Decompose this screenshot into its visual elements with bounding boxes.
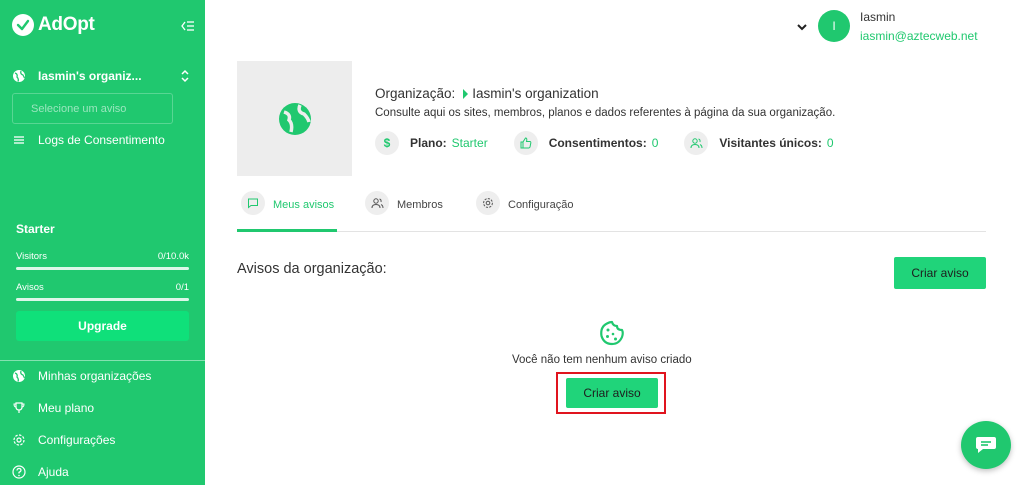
- stat-plan-value: Starter: [451, 136, 488, 150]
- visitors-usage: Visitors 0/10.0k: [16, 251, 189, 270]
- sidebar: AdOpt Iasmin's organiz... Selecione um a…: [0, 0, 205, 485]
- chat-button[interactable]: [961, 421, 1011, 469]
- globe-icon: [12, 69, 26, 83]
- triangle-icon: [463, 88, 469, 99]
- sidebar-item-help[interactable]: Ajuda: [12, 465, 69, 479]
- globe-icon: [12, 369, 26, 383]
- cookie-icon: [598, 319, 626, 347]
- section-title: Avisos da organização:: [237, 261, 387, 277]
- sidebar-item-label: Logs de Consentimento: [38, 133, 165, 147]
- organization-title: Organização: Iasmin's organization: [375, 86, 599, 101]
- upgrade-button[interactable]: Upgrade: [16, 311, 189, 341]
- user-email: iasmin@aztecweb.net: [860, 28, 978, 43]
- avisos-progress-bar: [16, 298, 189, 301]
- user-name: Iasmin: [860, 9, 896, 24]
- organization-name: Iasmin's organiz...: [38, 69, 142, 83]
- tab-membros[interactable]: Membros: [365, 191, 443, 232]
- chevron-updown-icon: [180, 69, 190, 83]
- sidebar-item-label: Ajuda: [38, 465, 69, 479]
- empty-state-text: Você não tem nenhum aviso criado: [512, 354, 692, 366]
- stat-consents: Consentimentos: 0: [513, 131, 659, 155]
- trophy-icon: [12, 401, 26, 415]
- sidebar-item-settings[interactable]: Configurações: [12, 433, 115, 447]
- thumbs-up-icon: [513, 131, 538, 155]
- stat-visitors: Visitantes únicos: 0: [684, 131, 834, 155]
- list-icon: [12, 133, 26, 147]
- message-icon: [241, 191, 265, 215]
- visitors-label: Visitors: [16, 251, 47, 262]
- chevron-down-icon[interactable]: [796, 20, 808, 32]
- logo-text: AdOpt: [38, 14, 95, 35]
- user-menu[interactable]: I Iasmin iasmin@aztecweb.net: [796, 10, 978, 42]
- avisos-value: 0/1: [175, 282, 189, 293]
- globe-icon: [278, 102, 311, 135]
- users-icon: [684, 131, 709, 155]
- sidebar-divider: [0, 360, 205, 361]
- organization-description: Consulte aqui os sites, membros, planos …: [375, 107, 836, 119]
- avatar[interactable]: I: [818, 10, 850, 42]
- gear-icon: [476, 191, 500, 215]
- organization-title-name: Iasmin's organization: [472, 86, 599, 101]
- avisos-usage: Avisos 0/1: [16, 282, 189, 301]
- stat-plan: $ Plano: Starter: [375, 131, 488, 155]
- sidebar-item-label: Configurações: [38, 433, 116, 447]
- dollar-icon: $: [375, 131, 399, 155]
- organization-tabs: Meus avisos Membros Configuração: [237, 191, 986, 232]
- sidebar-item-logs[interactable]: Logs de Consentimento: [12, 133, 165, 147]
- sidebar-item-label: Meu plano: [38, 401, 95, 415]
- plan-name: Starter: [16, 222, 55, 236]
- create-notice-button[interactable]: Criar aviso: [894, 257, 986, 289]
- sidebar-item-label: Minhas organizações: [38, 369, 152, 383]
- visitors-progress-bar: [16, 267, 189, 270]
- organization-selector[interactable]: Iasmin's organiz...: [12, 66, 194, 86]
- organization-stats: $ Plano: Starter Consentimentos: 0 Visit…: [375, 131, 860, 155]
- organization-title-label: Organização:: [375, 86, 456, 101]
- sidebar-item-organizations[interactable]: Minhas organizações: [12, 369, 151, 383]
- stat-consents-value: 0: [651, 136, 659, 150]
- organization-image: [237, 61, 352, 176]
- help-icon: [12, 465, 26, 479]
- tab-meus-avisos[interactable]: Meus avisos: [237, 191, 337, 232]
- gear-icon: [12, 433, 26, 447]
- empty-create-notice-button[interactable]: Criar aviso: [566, 378, 658, 408]
- tab-configuracao[interactable]: Configuração: [476, 191, 573, 232]
- chat-icon: [976, 437, 996, 453]
- select-notice-item[interactable]: Selecione um aviso: [12, 93, 173, 124]
- sidebar-item-plan[interactable]: Meu plano: [12, 401, 94, 415]
- logo-check-icon: [12, 14, 34, 36]
- stat-visitors-value: 0: [826, 136, 834, 150]
- users-icon: [365, 191, 389, 215]
- avisos-label: Avisos: [16, 282, 44, 293]
- collapse-menu-icon[interactable]: [181, 19, 195, 33]
- visitors-value: 0/10.0k: [157, 251, 189, 262]
- logo[interactable]: AdOpt: [12, 14, 95, 36]
